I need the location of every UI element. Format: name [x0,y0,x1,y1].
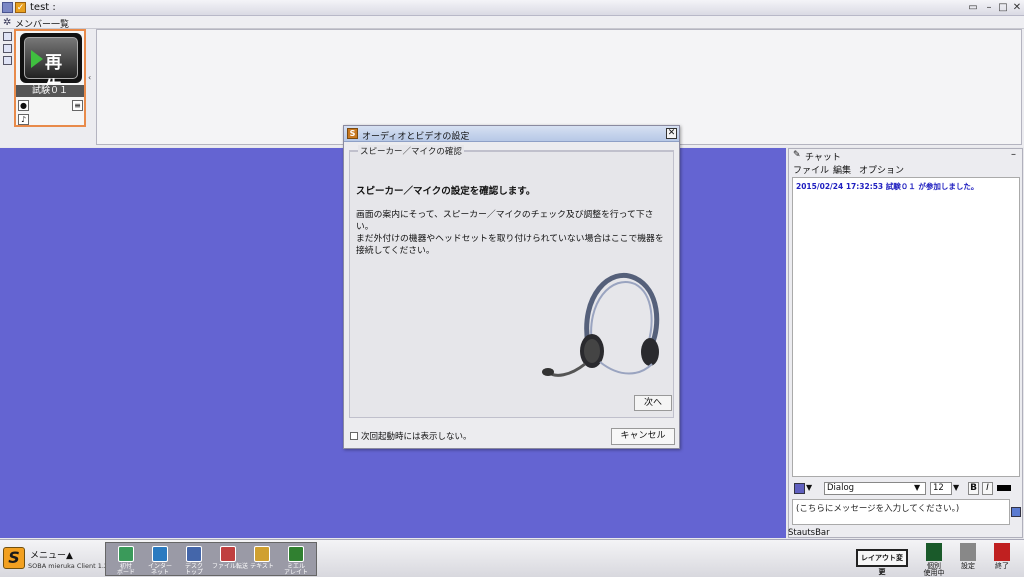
right-button-label: 個別 使用中 [923,562,945,577]
tool-label: インター ネット [147,563,172,576]
cancel-button[interactable]: キャンセル [611,428,675,445]
chat-message: 2015/02/24 17:32:53 試験０１ が参加しました。 [796,182,979,191]
dont-show-again-option[interactable]: 次回起動時には表示しない。 [350,430,472,442]
app-icon [2,2,13,13]
chat-menu-file[interactable]: ファイル [793,163,829,176]
member-card[interactable]: 再生 試験０１ ● ≡ ♪ [14,29,86,127]
window-maximize-button[interactable]: □ [996,1,1010,14]
chat-header: ✎ チャット – [789,149,1022,163]
tool-button[interactable]: デスク トップ [180,545,208,576]
chat-menu-options[interactable]: オプション [859,163,904,176]
chat-icon: ✎ [793,150,801,160]
tool-button[interactable]: インター ネット [146,545,174,576]
bottom-toolbar: S メニュー▲ SOBA mieruka Client 1.2.5 初付 ボード… [0,539,1024,577]
movie-icon [288,546,304,562]
chat-minimize-button[interactable]: – [1011,149,1016,160]
group-label: スピーカー／マイクの確認 [358,145,464,157]
tool-label: 初付 ボード [116,563,135,576]
microphone-icon[interactable]: ♪ [18,114,29,125]
gear-icon [960,543,976,561]
dialog-close-button[interactable]: ✕ [666,128,677,139]
chat-panel: ✎ チャット – ファイル 編集 オプション 2015/02/24 17:32:… [788,148,1023,538]
member-list-header: ✲ メンバー一覧 [0,16,1024,30]
soba-logo[interactable]: S [3,547,25,569]
audio-video-settings-dialog: S オーディオとビデオの設定 ✕ スピーカー／マイクの確認 スピーカー／マイクの… [343,125,680,449]
play-button[interactable]: 再生 [20,33,82,98]
right-button[interactable]: 設定 [956,543,980,575]
file-transfer-icon [220,546,236,562]
right-button[interactable]: 終了 [990,543,1014,575]
dialog-title: オーディオとビデオの設定 [362,132,470,142]
menu-button[interactable]: メニュー▲ [30,548,73,561]
font-name-dropdown-icon[interactable]: ▼ [914,483,920,492]
view-grid-icon[interactable] [3,44,12,53]
tool-label: ファイル転送 [212,563,249,570]
tool-button[interactable]: ミエル アレイト [282,545,310,576]
right-button-label: 設定 [961,562,975,570]
soba-logo-icon: S [347,128,358,139]
dont-show-checkbox[interactable] [350,432,358,440]
view-option-icon[interactable] [3,32,12,41]
dialog-title-bar: S オーディオとビデオの設定 ✕ [344,126,679,142]
font-name-select[interactable]: Dialog [824,482,926,495]
tool-label: ミエル アレイト [283,563,308,576]
tool-label: デスク トップ [184,563,203,576]
collapse-arrow-icon[interactable]: ‹ [88,73,91,82]
chat-bubble-icon[interactable]: ≡ [72,100,83,111]
gear-icon[interactable]: ✲ [3,17,11,28]
dialog-body-text: 画面の案内にそって、スピーカー／マイクのチェック及び調整を行って下さい。 まだ外… [356,210,664,256]
window-title: test : [30,2,56,13]
play-icon [31,50,43,68]
layout-change-button[interactable]: レイアウト変更 [856,549,908,576]
tool-label: テキスト [250,563,274,570]
chat-menu-edit[interactable]: 編集 [833,163,851,176]
desktop-icon [186,546,202,562]
chat-menu-bar: ファイル 編集 オプション [789,162,1022,176]
text-color-button[interactable] [997,485,1011,491]
right-button[interactable]: 個別 使用中 [922,543,946,577]
member-name: 試験０１ [16,85,84,97]
camera-icon[interactable]: ● [18,100,29,111]
tool-button[interactable]: テキスト [248,545,276,575]
text-icon [254,546,270,562]
font-size-value: 12 [933,483,944,493]
play-tile-face: 再生 [24,37,78,98]
chevron-down-icon[interactable]: ▼ [806,483,812,492]
globe-icon [152,546,168,562]
exit-icon [994,543,1010,561]
right-button-label: 終了 [995,562,1009,570]
headset-icon [542,272,660,377]
version-label: SOBA mieruka Client 1.2.5 [28,562,115,570]
whiteboard-icon [118,546,134,562]
window-restore-button[interactable]: ▭ [966,1,980,14]
tools-group: 初付 ボード インター ネット デスク トップ ファイル転送 テキスト ミエル アレイト [105,542,317,576]
chat-log[interactable]: 2015/02/24 17:32:53 試験０１ が参加しました。 [792,177,1020,477]
window-minimize-button[interactable]: – [982,1,996,14]
speaker-mic-check-group: スピーカー／マイクの確認 スピーカー／マイクの設定を確認します。 画面の案内にそ… [349,145,674,418]
chat-format-toolbar: ▼ Dialog ▼ 12 ▼ B I [792,482,1020,496]
view-list-icon[interactable] [3,56,12,65]
dialog-heading: スピーカー／マイクの設定を確認します。 [356,186,536,197]
font-size-select[interactable]: 12 [930,482,952,495]
window-close-button[interactable]: ✕ [1010,1,1024,14]
chat-message-input[interactable]: (こちらにメッセージを入力してください。) [792,499,1010,525]
tool-button[interactable]: ファイル転送 [212,545,249,575]
status-bar: StautsBar [788,528,830,538]
bold-button[interactable]: B [968,482,979,495]
person-icon [926,543,942,561]
font-size-dropdown-icon[interactable]: ▼ [953,483,959,492]
next-button[interactable]: 次へ [634,395,672,411]
font-name-value: Dialog [827,483,855,493]
check-icon: ✓ [15,2,26,13]
dont-show-label: 次回起動時には表示しない。 [361,432,472,442]
tool-button[interactable]: 初付 ボード [112,545,140,576]
window-title-bar: ✓ test : ▭ – □ ✕ [0,0,1024,16]
send-icon[interactable] [1011,507,1021,517]
italic-button[interactable]: I [982,482,993,495]
emoticon-icon[interactable] [794,483,805,494]
